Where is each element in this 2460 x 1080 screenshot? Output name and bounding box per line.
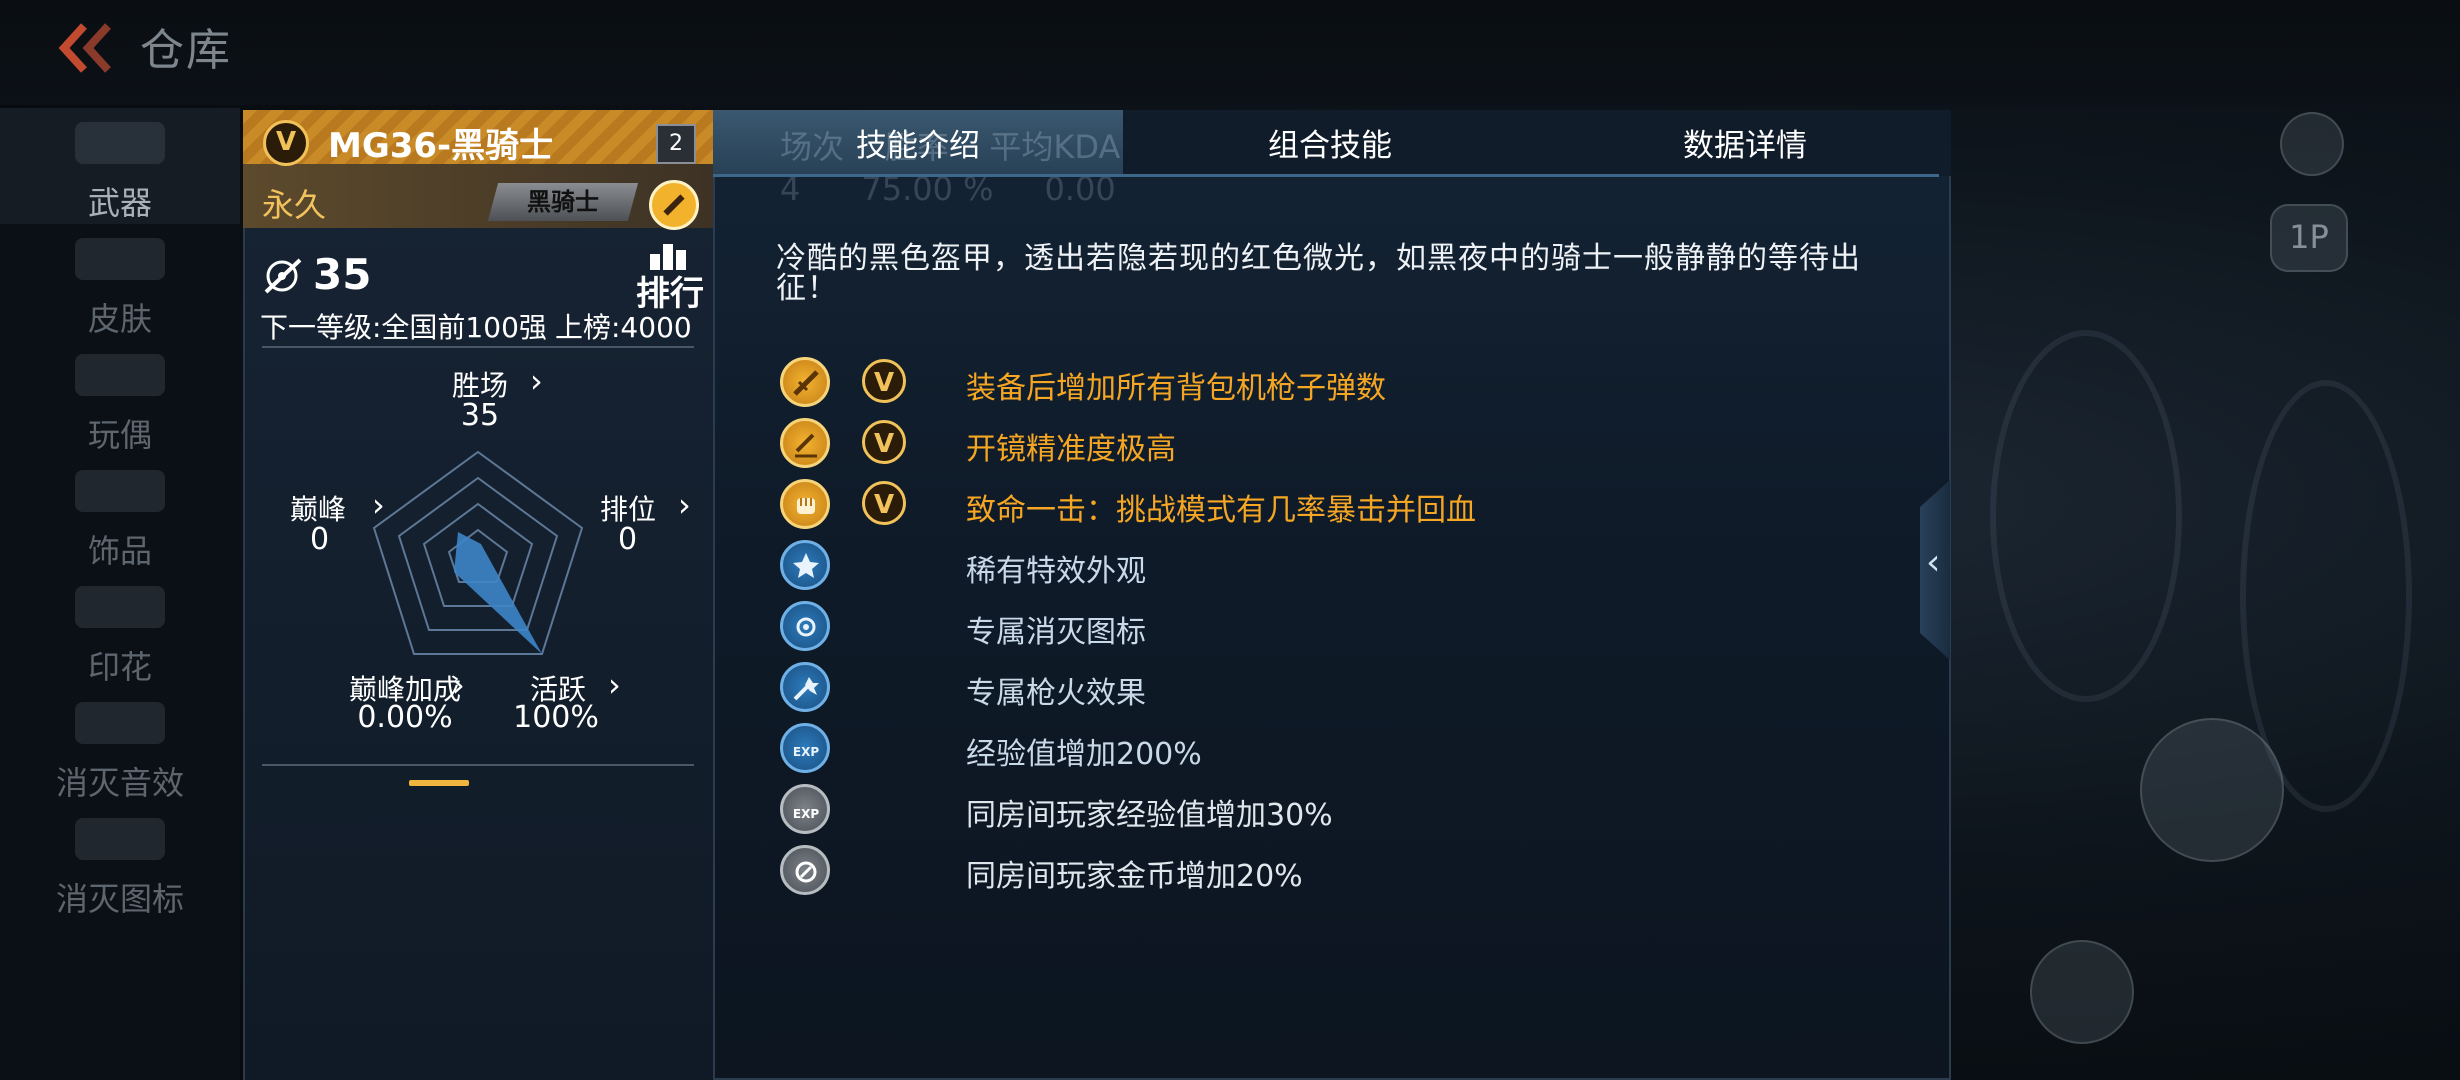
nav-item-accessories[interactable]: 饰品 bbox=[0, 456, 240, 572]
skill-text: 同房间玩家金币增加20% bbox=[966, 859, 1303, 894]
skill-text: 专属枪火效果 bbox=[966, 676, 1146, 711]
player-one-button[interactable]: 1P bbox=[2270, 204, 2348, 272]
background-target bbox=[1990, 330, 2182, 702]
gamepad-icon[interactable] bbox=[2280, 112, 2344, 176]
nav-item-label: 印花 bbox=[87, 648, 152, 686]
kill-count-icon bbox=[264, 258, 302, 294]
chevron-right-icon[interactable]: › bbox=[530, 362, 543, 400]
weapon-name: MG36-黑骑士 bbox=[328, 126, 554, 166]
collapse-panel-handle[interactable]: ‹ bbox=[1920, 480, 1950, 660]
skill-text: 同房间玩家经验值增加30% bbox=[966, 798, 1333, 833]
skin-icon bbox=[75, 238, 165, 280]
vip-badge-icon: V bbox=[263, 120, 309, 166]
page-indicator bbox=[409, 780, 469, 786]
vip-badge-icon: V bbox=[862, 481, 906, 525]
fist-icon bbox=[780, 479, 830, 529]
radar-value-area bbox=[454, 532, 542, 654]
top-bar bbox=[0, 0, 2460, 105]
svg-text:EXP: EXP bbox=[793, 745, 819, 759]
nav-item-label: 武器 bbox=[87, 184, 152, 222]
tab-underline bbox=[713, 174, 1939, 177]
switch-icon[interactable] bbox=[2030, 940, 2134, 1044]
chevron-right-icon[interactable]: › bbox=[452, 666, 465, 704]
weapon-level-badge: 2 bbox=[656, 124, 696, 164]
nav-item-label: 皮肤 bbox=[87, 300, 152, 338]
nav-item-decals[interactable]: 印花 bbox=[0, 572, 240, 688]
chevron-right-icon[interactable]: › bbox=[608, 666, 621, 704]
radar-value-ranked: 0 bbox=[618, 522, 638, 557]
tab-combo-skills[interactable]: 组合技能 bbox=[1230, 120, 1430, 165]
skin-tag-text: 黑骑士 bbox=[527, 188, 599, 216]
radar-value-peak-bonus: 0.00% bbox=[357, 700, 453, 735]
category-sidebar: 武器 皮肤 玩偶 饰品 印花 消灭音效 消灭图标 bbox=[0, 108, 240, 1080]
bullet-icon bbox=[780, 357, 830, 407]
divider bbox=[262, 764, 694, 766]
divider bbox=[262, 346, 694, 348]
chevron-right-icon[interactable]: › bbox=[372, 486, 385, 524]
medal-icon[interactable] bbox=[649, 180, 699, 230]
leaderboard-threshold: 上榜:4000 bbox=[555, 311, 692, 344]
skill-text: 致命一击：挑战模式有几率暴击并回血 bbox=[966, 493, 1476, 528]
chevron-right-icon[interactable]: › bbox=[678, 486, 691, 524]
tab-data-details[interactable]: 数据详情 bbox=[1645, 120, 1845, 165]
skull-icon bbox=[75, 818, 165, 860]
tab-skill-intro[interactable]: 技能介绍 bbox=[818, 120, 1018, 165]
sound-icon bbox=[75, 702, 165, 744]
skin-tag: 黑骑士 bbox=[487, 183, 639, 221]
radar-value-peak: 0 bbox=[310, 522, 330, 557]
scope-icon bbox=[780, 418, 830, 468]
nav-item-label: 消灭音效 bbox=[55, 764, 184, 802]
rifle-icon bbox=[75, 122, 165, 164]
accessory-icon bbox=[75, 470, 165, 512]
skill-text: 专属消灭图标 bbox=[966, 615, 1146, 650]
skill-text: 装备后增加所有背包机枪子弹数 bbox=[966, 371, 1386, 406]
radar-value-wins: 35 bbox=[460, 398, 500, 433]
muzzle-flash-icon bbox=[780, 662, 830, 712]
nav-item-kill-sounds[interactable]: 消灭音效 bbox=[0, 688, 240, 804]
vip-badge-icon: V bbox=[862, 359, 906, 403]
doll-icon bbox=[75, 354, 165, 396]
decal-icon bbox=[75, 586, 165, 628]
svg-text:EXP: EXP bbox=[793, 807, 819, 821]
star-icon bbox=[780, 540, 830, 590]
exp-icon: EXP bbox=[780, 723, 830, 773]
vip-badge-icon: V bbox=[862, 420, 906, 464]
team-exp-icon: EXP bbox=[780, 784, 830, 834]
kill-count: 35 bbox=[313, 250, 372, 299]
coin-icon bbox=[780, 845, 830, 895]
page-title: 仓库 bbox=[140, 25, 232, 76]
nav-item-skins[interactable]: 皮肤 bbox=[0, 224, 240, 340]
chevron-left-icon: ‹ bbox=[1926, 542, 1941, 583]
burst-icon bbox=[780, 601, 830, 651]
nav-item-label: 饰品 bbox=[87, 532, 152, 570]
bullet-button-icon[interactable] bbox=[2140, 718, 2284, 862]
next-level-text: 下一等级:全国前100强 bbox=[260, 311, 547, 344]
nav-item-weapons[interactable]: 武器 bbox=[0, 108, 240, 224]
radar-value-activity: 100% bbox=[513, 700, 599, 735]
nav-item-kill-icons[interactable]: 消灭图标 bbox=[0, 804, 240, 920]
nav-item-dolls[interactable]: 玩偶 bbox=[0, 340, 240, 456]
skill-text: 经验值增加200% bbox=[966, 737, 1202, 772]
nav-item-label: 消灭图标 bbox=[55, 880, 184, 918]
back-arrow-icon[interactable] bbox=[52, 18, 122, 78]
nav-item-label: 玩偶 bbox=[87, 416, 152, 454]
player-one-label: 1P bbox=[2289, 218, 2329, 256]
duration-label: 永久 bbox=[262, 186, 327, 224]
skill-text: 开镜精准度极高 bbox=[966, 432, 1176, 467]
weapon-description: 冷酷的黑色盔甲，透出若隐若现的红色微光，如黑夜中的骑士一般静静的等待出征！ bbox=[776, 241, 1861, 306]
skill-text: 稀有特效外观 bbox=[966, 554, 1146, 589]
